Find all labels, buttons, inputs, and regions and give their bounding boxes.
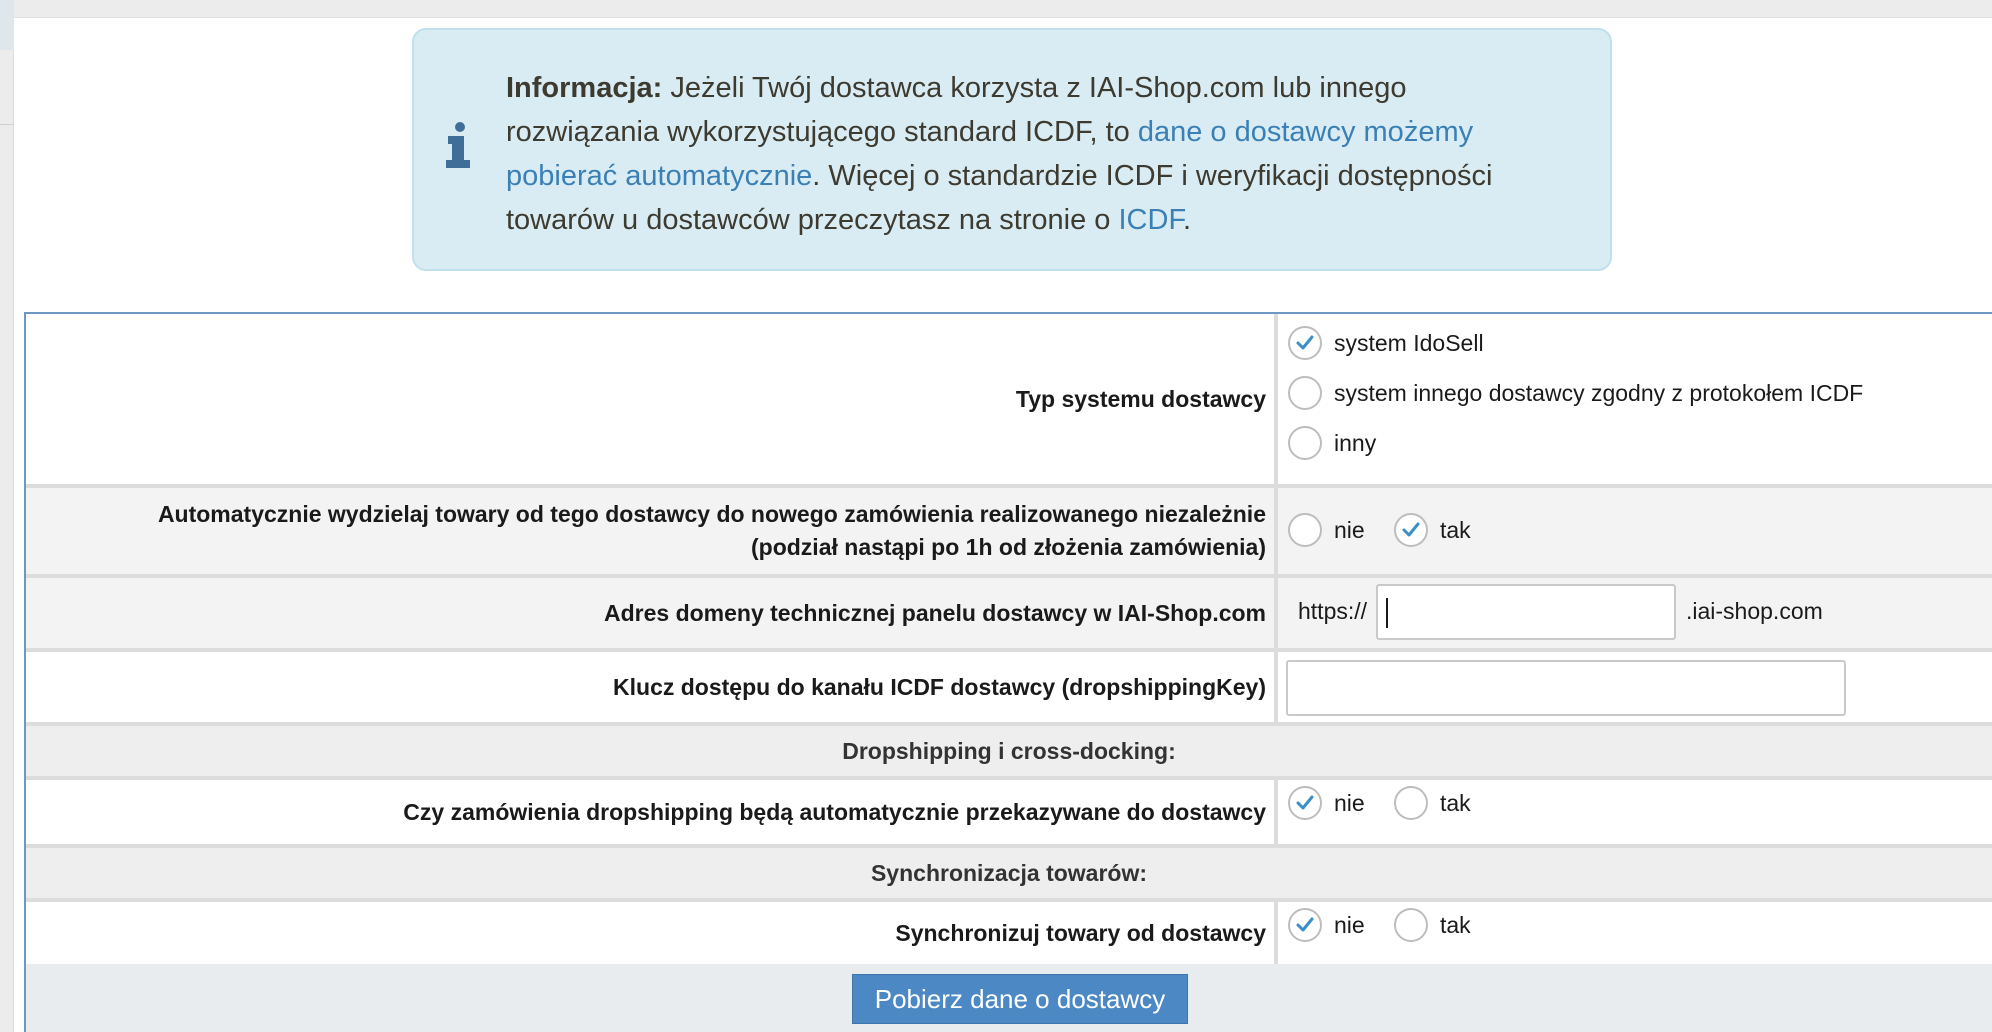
radio-circle[interactable] [1394,908,1428,942]
radio-circle[interactable] [1288,513,1322,547]
system-type-label: Typ systemu dostawcy [26,314,1278,484]
info-box: Informacja: Jeżeli Twój dostawca korzyst… [412,28,1612,271]
row-dropship-forward: Czy zamówienia dropshipping będą automat… [26,780,1992,844]
domain-prefix: https:// [1298,598,1368,624]
check-icon [1296,335,1314,350]
system-type-options: system IdoSell system innego dostawcy zg… [1278,314,1992,484]
check-icon [1296,795,1314,810]
row-auto-split: Automatycznie wydzielaj towary od tego d… [26,488,1992,574]
radio-label: nie [1334,789,1365,816]
radio-circle[interactable] [1288,786,1322,820]
info-text-part-3: . [1182,204,1192,236]
section-sync-header: Synchronizacja towarów: [26,848,1992,898]
sidebar-notch [0,0,14,50]
auto-split-label: Automatycznie wydzielaj towary od tego d… [26,488,1278,574]
radio-sync-yes[interactable]: tak [1394,908,1471,942]
text-caret [1386,598,1388,628]
radio-circle[interactable] [1394,513,1428,547]
info-icon [446,122,470,168]
auto-split-label-line1: Automatycznie wydzielaj towary od tego d… [157,501,1266,527]
row-domain: Adres domeny technicznej panelu dostawcy… [26,578,1992,648]
supplier-form: Typ systemu dostawcy system IdoSell syst… [24,312,1992,1032]
radio-label: system IdoSell [1334,329,1484,356]
radio-circle[interactable] [1288,908,1322,942]
radio-label: nie [1334,911,1365,938]
sidebar-divider [0,124,14,125]
radio-system-other[interactable]: inny [1288,426,1376,460]
dropship-forward-options: nie tak [1278,780,1992,844]
radio-circle[interactable] [1288,426,1322,460]
icdf-key-input[interactable] [1286,660,1846,716]
radio-circle[interactable] [1394,786,1428,820]
radio-sync-no[interactable]: nie [1288,908,1365,942]
radio-auto-split-no[interactable]: nie [1288,513,1365,547]
sync-products-options: nie tak [1278,902,1992,964]
icdf-key-field-group [1278,652,1992,722]
domain-input[interactable] [1376,584,1676,640]
radio-label: tak [1440,789,1471,816]
radio-label: tak [1440,516,1471,543]
radio-auto-split-yes[interactable]: tak [1394,513,1471,547]
auto-split-label-line2: (podział nastąpi po 1h od złożenia zamów… [751,534,1266,560]
domain-field-group: https:// .iai-shop.com [1278,578,1992,648]
row-icdf-key: Klucz dostępu do kanału ICDF dostawcy (d… [26,652,1992,722]
domain-label: Adres domeny technicznej panelu dostawcy… [26,578,1278,648]
dropship-forward-label: Czy zamówienia dropshipping będą automat… [26,780,1278,844]
fetch-supplier-data-button[interactable]: Pobierz dane o dostawcy [852,974,1188,1024]
check-icon [1402,522,1420,537]
info-bold-label: Informacja: [506,72,663,104]
sync-products-label: Synchronizuj towary od dostawcy [26,902,1278,964]
row-sync-products: Synchronizuj towary od dostawcy nie tak [26,902,1992,964]
auto-split-options: nie tak [1278,488,1992,574]
radio-label: inny [1334,429,1377,456]
check-icon [1296,917,1314,932]
radio-circle[interactable] [1288,376,1322,410]
info-text: Informacja: Jeżeli Twój dostawca korzyst… [506,66,1566,242]
radio-dropship-yes[interactable]: tak [1394,786,1471,820]
icdf-link[interactable]: ICDF [1119,204,1183,236]
row-system-type: Typ systemu dostawcy system IdoSell syst… [26,314,1992,484]
icdf-key-label: Klucz dostępu do kanału ICDF dostawcy (d… [26,652,1278,722]
left-sidebar-strip [0,0,14,1032]
radio-system-idosell[interactable]: system IdoSell [1288,326,1484,360]
radio-dropship-no[interactable]: nie [1288,786,1365,820]
radio-circle[interactable] [1288,326,1322,360]
radio-label: tak [1440,911,1471,938]
browser-top-strip [0,0,1992,18]
radio-system-icdf[interactable]: system innego dostawcy zgodny z protokoł… [1288,376,1863,410]
form-footer: Pobierz dane o dostawcy [26,964,1992,1032]
section-dropshipping-header: Dropshipping i cross-docking: [26,726,1992,776]
radio-label: nie [1334,516,1365,543]
domain-suffix: .iai-shop.com [1686,598,1823,624]
radio-label: system innego dostawcy zgodny z protokoł… [1334,379,1864,406]
